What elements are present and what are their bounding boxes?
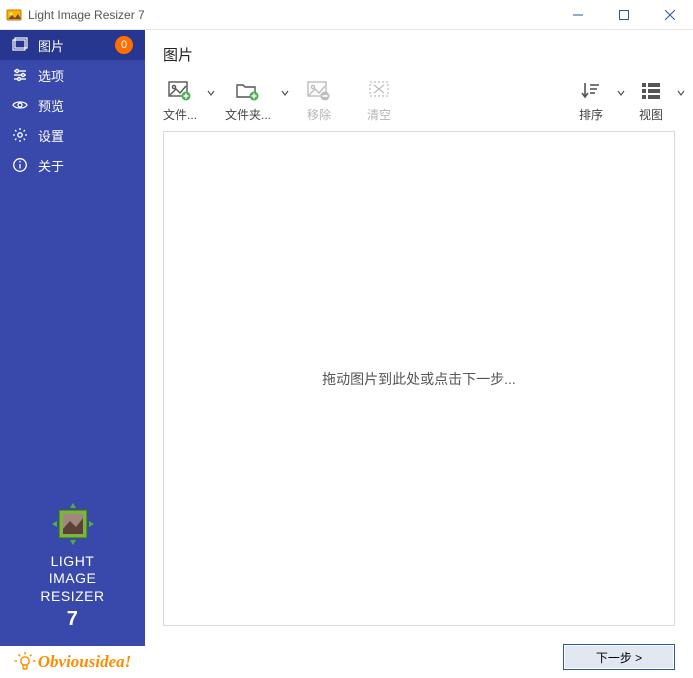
images-count-badge: 0 [115,36,133,54]
gear-icon [12,127,28,143]
drop-hint-text: 拖动图片到此处或点击下一步... [322,369,516,389]
clear-button[interactable]: 清空 [359,79,399,123]
main-panel: 图片 文件... 文件夹... 移除 [145,30,693,678]
sidebar: 图片 0 选项 预览 设置 关于 [0,30,145,678]
close-button[interactable] [647,0,693,30]
remove-button[interactable]: 移除 [299,79,339,123]
sort-icon [577,79,605,103]
sidebar-item-label: 关于 [38,156,64,175]
toolbar-label: 文件... [163,106,197,123]
product-name-line2: IMAGE [0,570,145,588]
add-folder-button[interactable]: 文件夹... [225,79,279,123]
sidebar-item-label: 选项 [38,66,64,85]
sidebar-item-images[interactable]: 图片 0 [0,30,145,60]
sidebar-item-label: 图片 [38,36,64,55]
page-title: 图片 [145,30,693,75]
folder-add-icon [234,79,262,103]
sort-button[interactable]: 排序 [575,79,615,123]
drop-area[interactable]: 拖动图片到此处或点击下一步... [163,131,675,626]
app-icon [6,7,22,23]
chevron-down-icon [617,86,625,100]
chevron-down-icon [207,86,215,100]
sidebar-item-label: 设置 [38,126,64,145]
window-title: Light Image Resizer 7 [28,8,145,22]
sidebar-item-about[interactable]: 关于 [0,150,145,180]
sidebar-item-settings[interactable]: 设置 [0,120,145,150]
sidebar-item-preview[interactable]: 预览 [0,90,145,120]
toolbar: 文件... 文件夹... 移除 清空 [145,75,693,131]
toolbar-label: 文件夹... [225,106,271,123]
product-logo: LIGHT IMAGE RESIZER 7 [0,501,145,647]
window-controls [555,0,693,30]
chevron-down-icon [677,86,685,100]
info-icon [12,157,28,173]
maximize-button[interactable] [601,0,647,30]
product-name-line3: RESIZER [0,588,145,606]
sidebar-item-options[interactable]: 选项 [0,60,145,90]
product-logo-icon [50,501,96,547]
sliders-icon [12,67,28,83]
chevron-down-icon [281,86,289,100]
sidebar-item-label: 预览 [38,96,64,115]
eye-icon [12,97,28,113]
lightbulb-icon [14,651,36,673]
clear-icon [365,79,393,103]
product-version: 7 [0,607,145,632]
footer: 下一步 > [145,636,693,678]
toolbar-label: 排序 [579,106,603,123]
next-button[interactable]: 下一步 > [563,644,675,670]
add-file-button[interactable]: 文件... [163,79,205,123]
images-icon [12,37,28,53]
product-name-line1: LIGHT [0,553,145,571]
image-remove-icon [305,79,333,103]
brand-text: Obviousidea! [38,652,132,672]
sidebar-nav: 图片 0 选项 预览 设置 关于 [0,30,145,180]
minimize-button[interactable] [555,0,601,30]
view-button[interactable]: 视图 [635,79,675,123]
view-list-icon [637,79,665,103]
toolbar-label: 清空 [367,106,391,123]
brand-strip[interactable]: Obviousidea! [0,646,145,678]
toolbar-label: 移除 [307,106,331,123]
toolbar-label: 视图 [639,106,663,123]
file-add-icon [166,79,194,103]
title-bar: Light Image Resizer 7 [0,0,693,30]
